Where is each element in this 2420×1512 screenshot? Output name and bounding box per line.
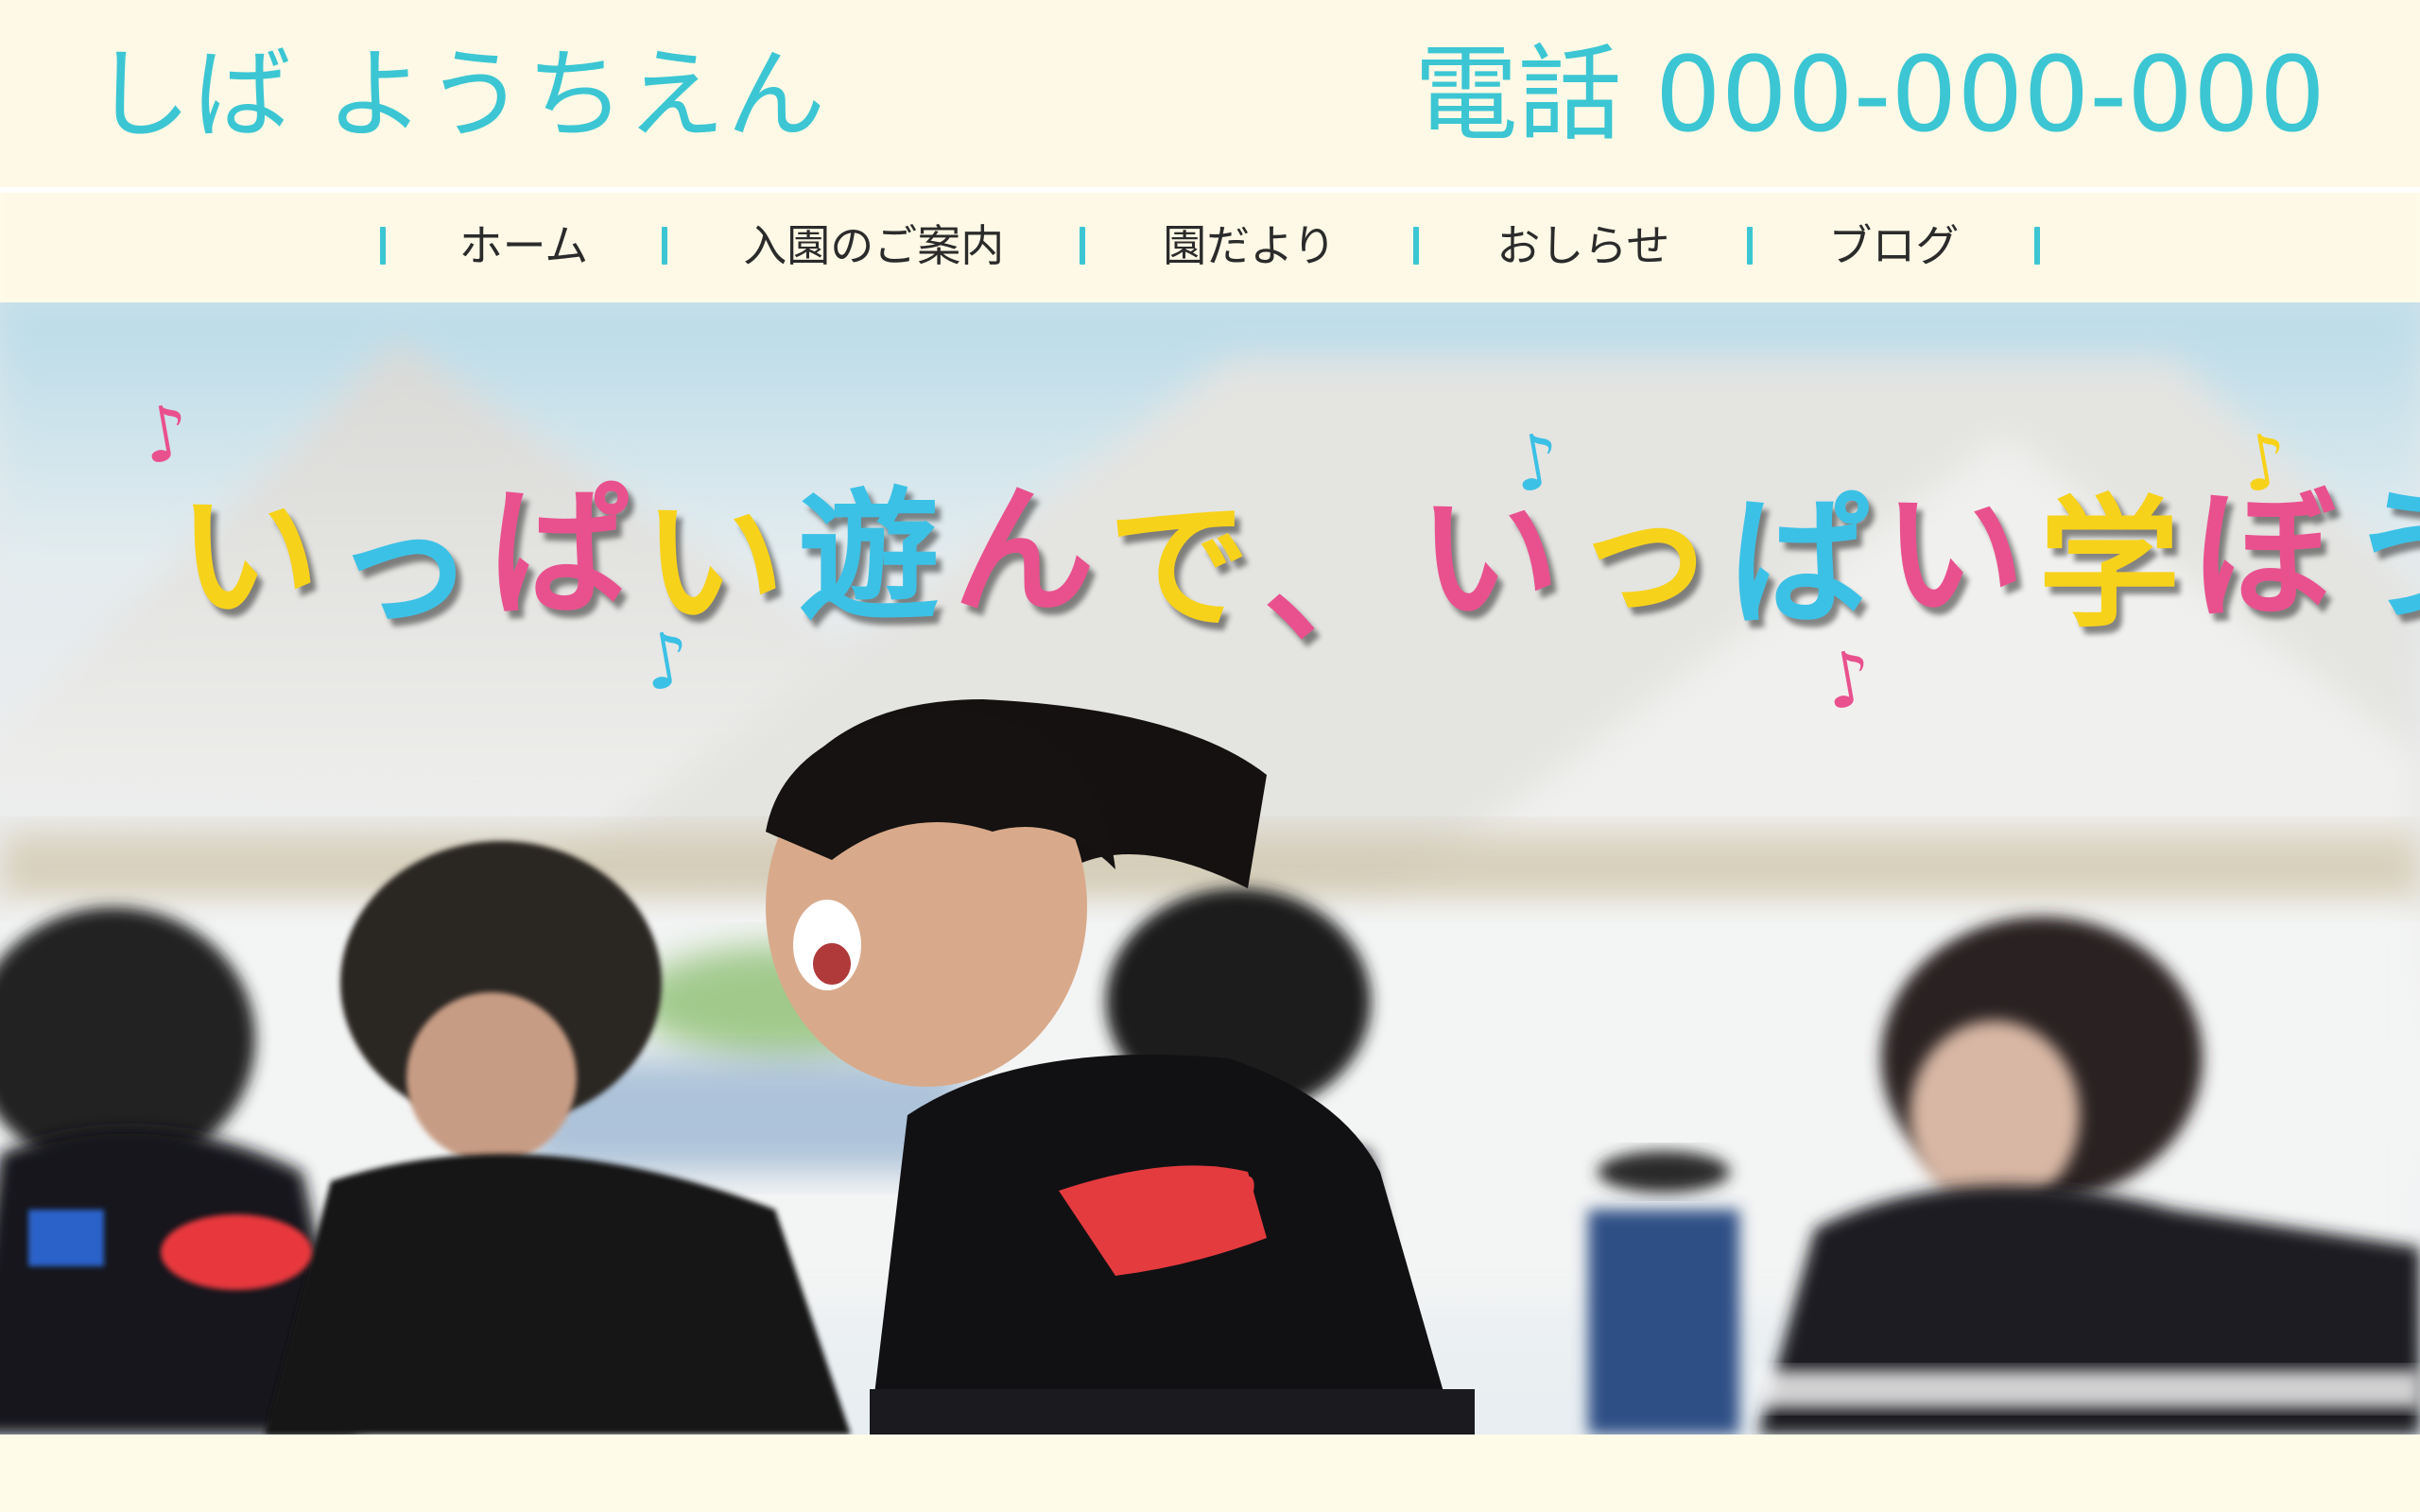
hero-slogan: いっぱい遊んで、いっぱい学ぼう (178, 463, 2420, 662)
hero-image: ♪ ♪ ♪ ♪ ♪ いっぱい遊んで、いっぱい学ぼう (0, 302, 2420, 1435)
phone-number: 電話 000-000-000 (1413, 34, 2325, 155)
slogan-char: っ (1573, 472, 1729, 636)
slogan-char: 遊 (798, 475, 954, 640)
slogan-char: い (643, 481, 799, 645)
slogan-char: 学 (2038, 483, 2194, 647)
slogan-char: い (1418, 477, 1574, 642)
site-header: しば ようちえん 電話 000-000-000 (0, 0, 2420, 187)
nav-separator (379, 227, 386, 265)
nav-list: ホーム 入園のご案内 園だより おしらせ ブログ (4, 193, 2416, 299)
nav-item-home[interactable]: ホーム (459, 217, 589, 274)
nav-separator (1080, 227, 1086, 265)
nav-item-admission[interactable]: 入園のご案内 (743, 217, 1004, 274)
slogan-char: う (2348, 463, 2420, 652)
nav-separator (1747, 227, 1754, 265)
slogan-char: 、 (1263, 498, 1419, 662)
site-title-link[interactable]: しば ようちえん (93, 38, 827, 151)
slogan-char: っ (333, 483, 489, 647)
page-bottom-strip (0, 1435, 2420, 1512)
slogan-char: ん (953, 470, 1109, 634)
nav-item-blog[interactable]: ブログ (1828, 217, 1959, 274)
main-nav: ホーム 入園のご案内 園だより おしらせ ブログ (4, 193, 2416, 299)
nav-item-news[interactable]: おしらせ (1496, 217, 1669, 274)
slogan-char: で (1108, 485, 1264, 649)
nav-separator (662, 227, 668, 265)
slogan-char: ぱ (488, 472, 644, 636)
nav-separator (2034, 227, 2041, 265)
slogan-char: い (1883, 473, 2039, 638)
nav-separator (1413, 227, 1420, 265)
page: しば ようちえん 電話 000-000-000 ホーム 入園のご案内 園だより … (0, 0, 2420, 1512)
slogan-char: ぼ (2193, 473, 2349, 638)
slogan-char: ぱ (1728, 481, 1884, 645)
slogan-char: い (178, 475, 334, 640)
nav-item-newsletter[interactable]: 園だより (1163, 217, 1336, 274)
